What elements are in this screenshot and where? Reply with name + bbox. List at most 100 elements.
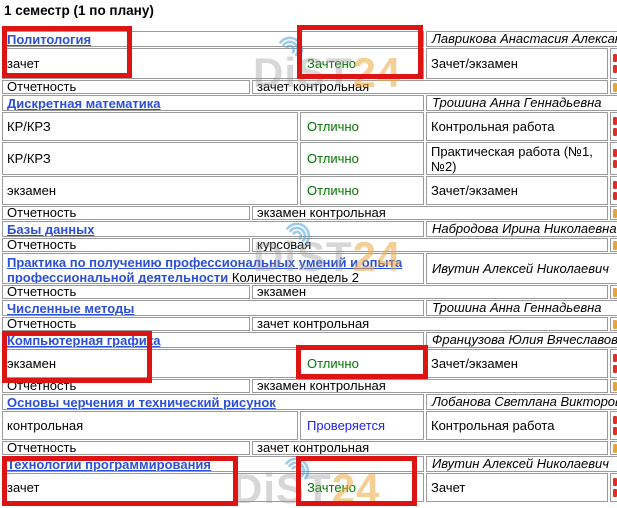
subject-cell: Технологии программирования bbox=[2, 456, 424, 472]
control-point-cell: КР/КРЗ bbox=[2, 112, 298, 141]
subject-link[interactable]: Дискретная математика bbox=[7, 96, 161, 111]
control-point-label: экзамен bbox=[7, 356, 56, 371]
report-value-cell: зачет контрольная bbox=[252, 80, 608, 94]
work-type-cell: Практическая работа (№1, №2) bbox=[426, 142, 608, 175]
report-label-cell: Отчетность bbox=[2, 317, 250, 331]
teacher-cell: Лаврикова Анастасия Александровна bbox=[426, 31, 617, 47]
work-type-label: Практическая работа (№1, №2) bbox=[431, 144, 607, 174]
subject-cell: Компьютерная графика bbox=[2, 332, 424, 348]
grade-row: КР/КРЗ Отлично Практическая работа (№1, №2… bbox=[2, 142, 617, 175]
report-value: экзамен bbox=[257, 286, 306, 298]
grade-row: КР/КРЗ Отлично Контрольная работа bbox=[2, 112, 617, 141]
subject-link[interactable]: Основы черчения и технический рисунок bbox=[7, 395, 276, 410]
grade-row: зачетЗачтеноЗачет bbox=[2, 473, 617, 502]
clipped-orange-text-fragment bbox=[613, 444, 617, 453]
subject-link[interactable]: Политология bbox=[7, 32, 91, 47]
subject-cell: Практика по получению профессиональных у… bbox=[2, 253, 424, 284]
subject-link[interactable]: Численные методы bbox=[7, 301, 134, 316]
subject-row: Основы черчения и технический рисунок Лоб… bbox=[2, 394, 617, 410]
teacher-cell: Трошина Анна Геннадьевна bbox=[426, 95, 617, 111]
subject-cell: Политология bbox=[2, 31, 424, 47]
journal: Политология Лаврикова Анастасия Александр… bbox=[2, 30, 617, 502]
teacher-cell: Ивутин Алексей Николаевич bbox=[426, 253, 617, 284]
subject-extra-text: Количество недель 2 bbox=[232, 270, 359, 284]
report-row: Отчетность зачет контрольная bbox=[2, 317, 617, 331]
mark-cell: Отлично bbox=[300, 112, 424, 141]
grade-journal-screen: 1 семестр (1 по плану) DiST24 DiST24 DiS… bbox=[0, 0, 617, 508]
work-type-cell: Зачет/экзамен bbox=[426, 48, 608, 79]
teacher-cell: Французова Юлия Вячеславовна bbox=[426, 332, 617, 348]
report-value-cell: экзамен bbox=[252, 285, 608, 299]
mark-value: Отлично bbox=[307, 183, 359, 198]
clipped-date-cell bbox=[610, 473, 617, 502]
teacher-name: Ивутин Алексей Николаевич bbox=[431, 261, 609, 276]
report-value: зачет контрольная bbox=[257, 442, 369, 454]
report-value-cell: экзамен контрольная bbox=[252, 379, 608, 393]
control-point-cell: экзамен bbox=[2, 349, 298, 378]
report-label: Отчетность bbox=[7, 286, 76, 298]
subject-row: Базы данныхНабродова Ирина Николаевна bbox=[2, 221, 617, 237]
grade-row: контрольнаяПроверяетсяКонтрольная работа bbox=[2, 411, 617, 440]
report-value: зачет контрольная bbox=[257, 318, 369, 330]
clipped-date-cell bbox=[610, 441, 617, 455]
report-row: Отчетность экзамен контрольная bbox=[2, 379, 617, 393]
control-point-cell: контрольная bbox=[2, 411, 298, 440]
grade-row: экзамен Отлично Зачет/экзамен bbox=[2, 176, 617, 205]
clipped-date-cell bbox=[610, 176, 617, 205]
clipped-orange-text-fragment bbox=[613, 382, 617, 391]
teacher-name: Французова Юлия Вячеславовна bbox=[431, 333, 617, 347]
teacher-name: Лаврикова Анастасия Александровна bbox=[431, 32, 617, 46]
subject-block: Базы данныхНабродова Ирина Николаевна Отч… bbox=[2, 221, 617, 252]
report-label: Отчетность bbox=[7, 207, 76, 219]
subject-link[interactable]: Компьютерная графика bbox=[7, 333, 160, 348]
report-value-cell: экзамен контрольная bbox=[252, 206, 608, 220]
work-type-label: Контрольная работа bbox=[431, 418, 554, 433]
report-label: Отчетность bbox=[7, 442, 76, 454]
subject-block: Практика по получению профессиональных у… bbox=[2, 253, 617, 299]
subject-row: Политология Лаврикова Анастасия Александр… bbox=[2, 31, 617, 47]
subject-cell: Численные методы bbox=[2, 300, 424, 316]
clipped-red-text-fragment bbox=[613, 149, 617, 157]
work-type-label: Зачет/экзамен bbox=[431, 56, 518, 71]
subject-block: Численные методы Трошина Анна Геннадьевна… bbox=[2, 300, 617, 331]
control-point-label: КР/КРЗ bbox=[7, 151, 51, 166]
clipped-red-text-fragment bbox=[613, 489, 617, 497]
teacher-name: Трошина Анна Геннадьевна bbox=[431, 96, 602, 110]
clipped-orange-text-fragment bbox=[613, 288, 617, 297]
subject-block: Технологии программирования Ивутин Алексе… bbox=[2, 456, 617, 502]
work-type-cell: Зачет bbox=[426, 473, 608, 502]
report-row: Отчетностьзачет контрольная bbox=[2, 80, 617, 94]
work-type-cell: Зачет/экзамен bbox=[426, 176, 608, 205]
clipped-red-text-fragment bbox=[613, 181, 617, 189]
subject-link[interactable]: Технологии программирования bbox=[7, 457, 211, 472]
clipped-date-cell bbox=[610, 112, 617, 141]
report-value: зачет контрольная bbox=[257, 81, 369, 93]
teacher-name: Трошина Анна Геннадьевна bbox=[431, 301, 602, 315]
teacher-name: Ивутин Алексей Николаевич bbox=[431, 457, 609, 471]
mark-value: Отлично bbox=[307, 119, 359, 134]
clipped-red-text-fragment bbox=[613, 65, 617, 73]
work-type-label: Контрольная работа bbox=[431, 119, 554, 134]
clipped-date-cell bbox=[610, 349, 617, 378]
report-value: курсовая bbox=[257, 239, 311, 251]
clipped-red-text-fragment bbox=[613, 354, 617, 362]
report-label: Отчетность bbox=[7, 239, 76, 251]
report-value-cell: зачет контрольная bbox=[252, 317, 608, 331]
teacher-cell: Ивутин Алексей Николаевич bbox=[426, 456, 617, 472]
control-point-label: экзамен bbox=[7, 183, 56, 198]
mark-value: Отлично bbox=[307, 151, 359, 166]
mark-cell: Отлично bbox=[300, 142, 424, 175]
subject-row: Технологии программирования Ивутин Алексе… bbox=[2, 456, 617, 472]
subject-row: Практика по получению профессиональных у… bbox=[2, 253, 617, 284]
control-point-label: КР/КРЗ bbox=[7, 119, 51, 134]
teacher-cell: Трошина Анна Геннадьевна bbox=[426, 300, 617, 316]
control-point-cell: зачет bbox=[2, 473, 298, 502]
clipped-date-cell bbox=[610, 285, 617, 299]
clipped-red-text-fragment bbox=[613, 54, 617, 62]
teacher-name: Лобанова Светлана Викторовна bbox=[431, 395, 617, 409]
subject-row: Компьютерная графика Французова Юлия Вяче… bbox=[2, 332, 617, 348]
report-label: Отчетность bbox=[7, 380, 76, 392]
subject-link[interactable]: Базы данных bbox=[7, 222, 94, 237]
report-row: Отчетность экзамен контрольная bbox=[2, 206, 617, 220]
clipped-date-cell bbox=[610, 80, 617, 94]
